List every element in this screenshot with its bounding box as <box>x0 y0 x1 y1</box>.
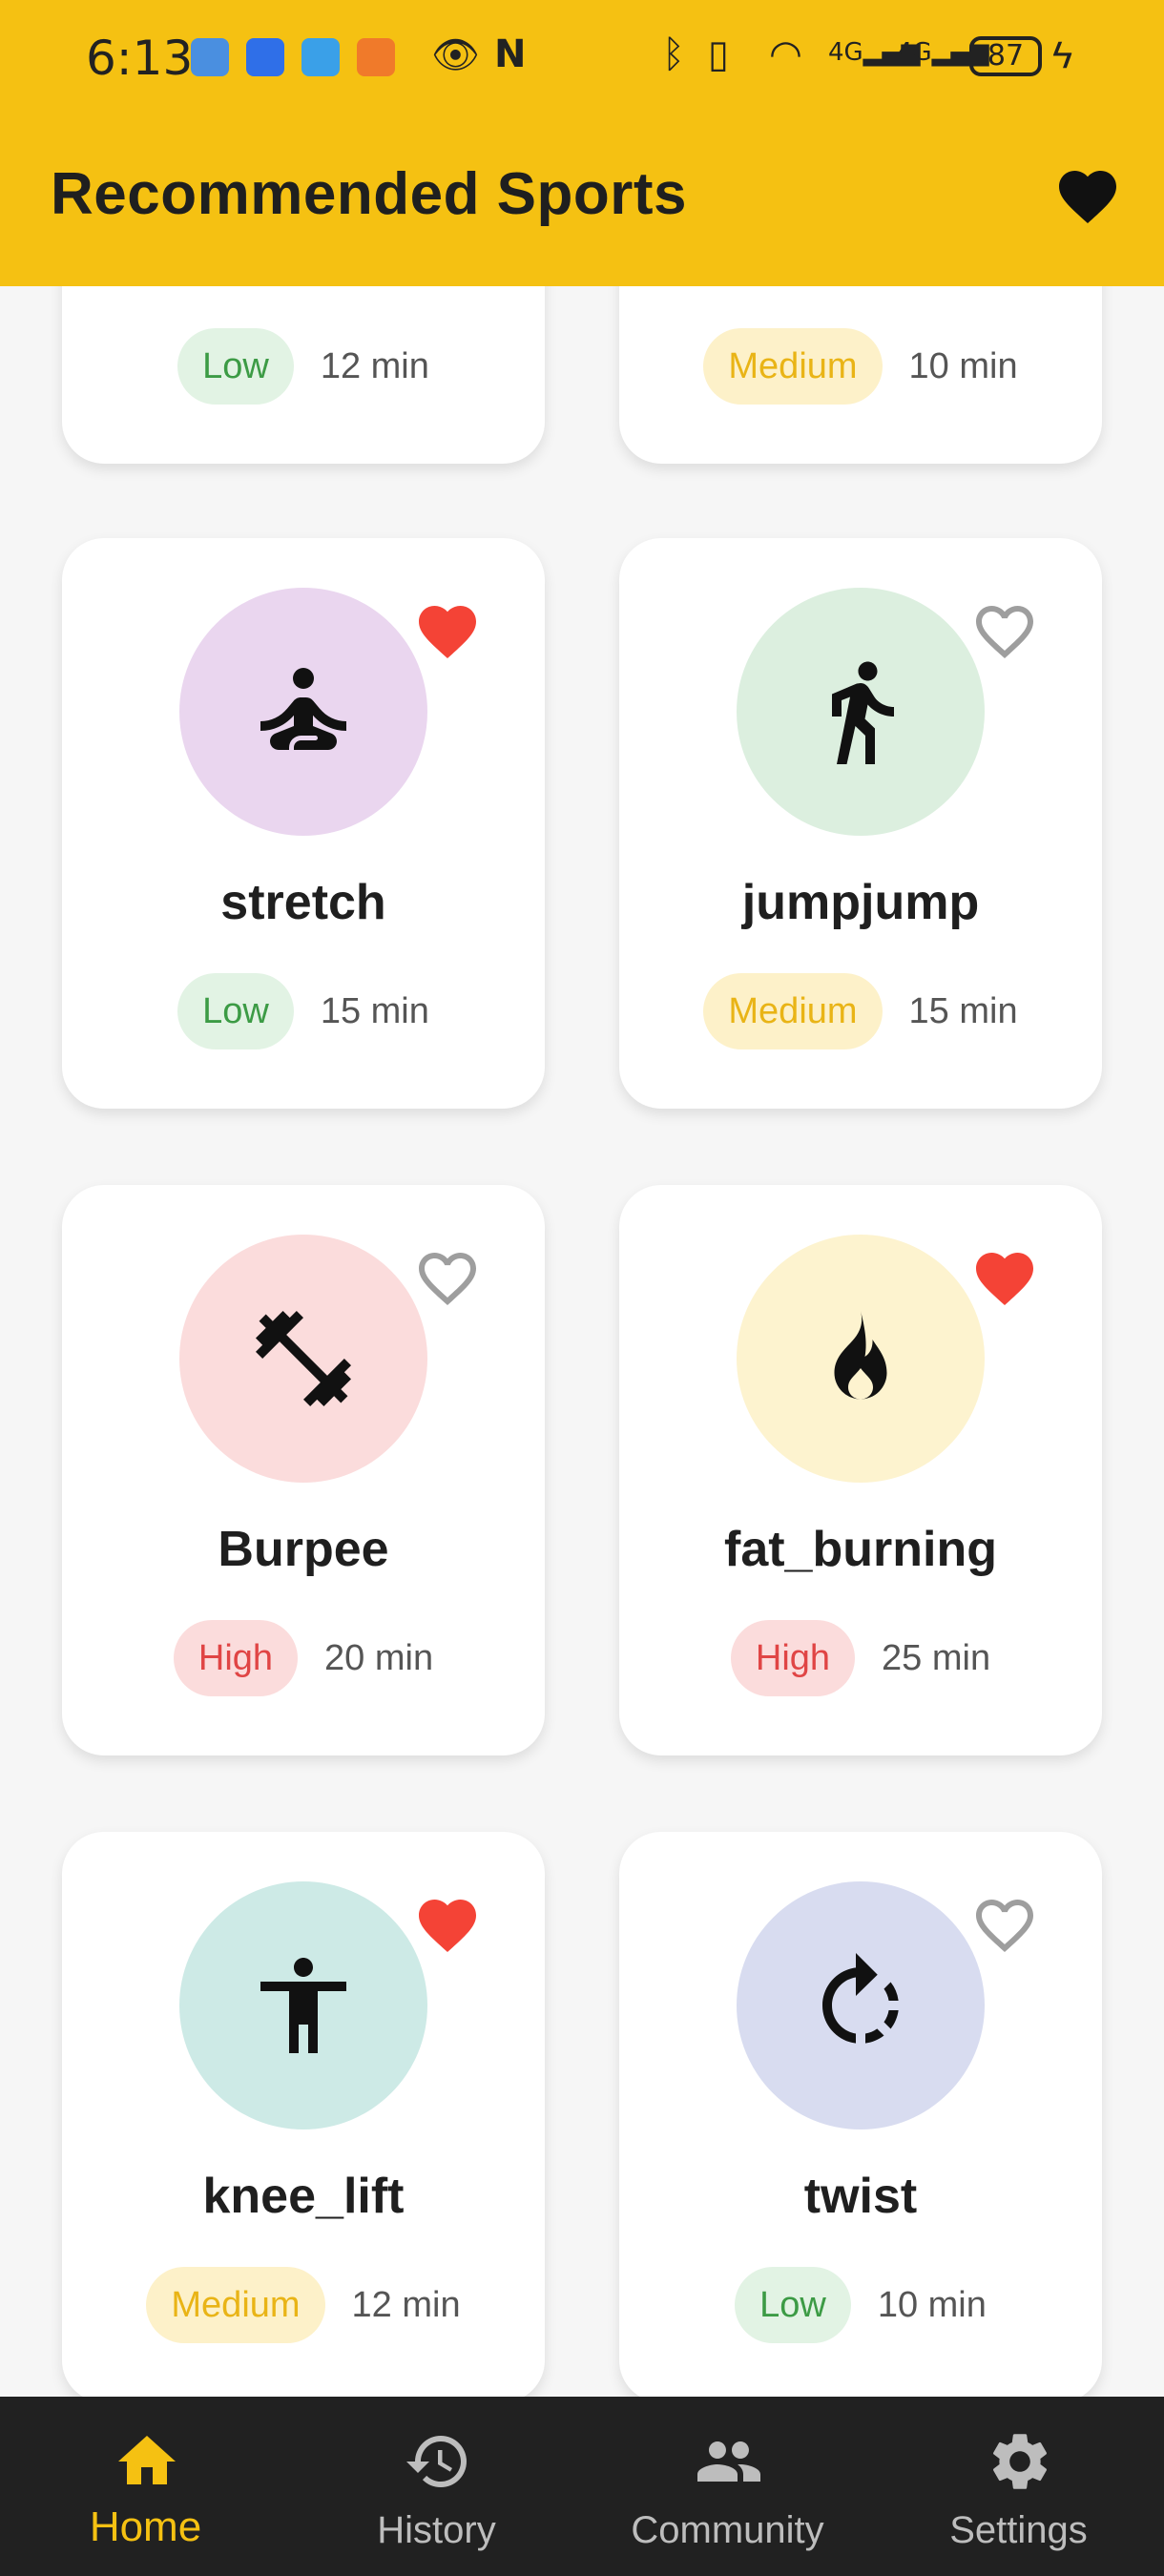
bluetooth-icon: ᛒ <box>662 32 685 76</box>
eye-icon: 👁 <box>431 33 480 77</box>
sport-card[interactable]: jumpjump Medium 15 min <box>619 538 1102 1109</box>
intensity-badge: Low <box>177 973 294 1049</box>
sport-name: jumpjump <box>741 875 980 930</box>
photo-notification-icon <box>357 38 395 76</box>
charging-icon: ϟ <box>1052 34 1073 76</box>
duration-text: 10 min <box>877 2284 987 2325</box>
home-icon <box>118 2436 176 2484</box>
sport-icon-circle <box>179 1881 427 2129</box>
sport-icon-circle <box>737 1235 985 1483</box>
rotate-icon <box>822 1953 899 2044</box>
sport-meta: Medium 12 min <box>62 2267 545 2343</box>
nav-community[interactable]: Community <box>582 2397 873 2576</box>
sport-card[interactable]: Burpee High 20 min <box>62 1185 545 1755</box>
duration-text: 12 min <box>351 2284 461 2325</box>
sport-meta: Medium 10 min <box>619 328 1102 405</box>
duration-text: 15 min <box>320 990 429 1031</box>
sport-name: fat_burning <box>724 1522 997 1577</box>
favorite-outline-icon[interactable] <box>970 597 1039 666</box>
sport-name: knee_lift <box>202 2169 405 2224</box>
intensity-badge: Low <box>735 2267 851 2343</box>
intensity-badge: Medium <box>703 973 883 1049</box>
status-bar: 6:13 👁 N ᛒ ▯ ◠ 4G▂▄▆ 4G▂▄▆ 87 ϟ <box>0 0 1164 114</box>
duration-text: 12 min <box>320 345 429 386</box>
sport-meta: Low 10 min <box>619 2267 1102 2343</box>
walking-icon <box>832 661 894 764</box>
sport-icon-circle <box>737 1881 985 2129</box>
sport-name: Burpee <box>218 1522 389 1577</box>
nav-history-label: History <box>377 2509 496 2551</box>
sport-meta: Low 15 min <box>62 973 545 1049</box>
sport-name: stretch <box>220 875 386 930</box>
bottom-navigation: Home History Community Settings <box>0 2397 1164 2576</box>
sport-meta: Medium 15 min <box>619 973 1102 1049</box>
usb-notification-icon <box>191 38 229 76</box>
gear-icon <box>992 2434 1048 2489</box>
sport-icon-circle <box>179 588 427 836</box>
fire-icon <box>834 1311 887 1400</box>
nav-settings[interactable]: Settings <box>873 2397 1164 2576</box>
duration-text: 20 min <box>324 1637 434 1678</box>
history-icon <box>406 2436 467 2487</box>
status-time: 6:13 <box>86 31 194 86</box>
accessibility-icon <box>260 1958 346 2053</box>
nav-home[interactable]: Home <box>0 2397 291 2576</box>
battery-level: 87 <box>969 36 1042 76</box>
favorite-outline-icon[interactable] <box>970 1891 1039 1960</box>
heart-icon[interactable] <box>1053 162 1122 231</box>
app-notification-icon <box>246 38 284 76</box>
nav-community-label: Community <box>631 2509 824 2551</box>
sport-icon-circle <box>179 1235 427 1483</box>
wifi-icon: ◠ <box>769 32 802 76</box>
app-bar: 6:13 👁 N ᛒ ▯ ◠ 4G▂▄▆ 4G▂▄▆ 87 ϟ Recommen… <box>0 0 1164 286</box>
nav-history[interactable]: History <box>291 2397 582 2576</box>
sport-meta: Low 12 min <box>62 328 545 405</box>
favorite-filled-icon[interactable] <box>970 1244 1039 1313</box>
sport-card[interactable]: stretch Low 15 min <box>62 538 545 1109</box>
nav-settings-label: Settings <box>949 2509 1088 2551</box>
dumbbell-icon <box>256 1311 351 1406</box>
sport-meta: High 20 min <box>62 1620 545 1696</box>
sport-card[interactable]: twist Low 10 min <box>619 1832 1102 2402</box>
favorite-filled-icon[interactable] <box>413 1891 482 1960</box>
browser-notification-icon <box>301 38 340 76</box>
intensity-badge: Medium <box>703 328 883 405</box>
sport-card[interactable]: fat_burning High 25 min <box>619 1185 1102 1755</box>
sport-name: twist <box>803 2169 918 2224</box>
duration-text: 10 min <box>908 345 1018 386</box>
people-icon <box>697 2441 760 2482</box>
meditation-icon <box>260 668 346 750</box>
intensity-badge: High <box>173 1620 299 1696</box>
intensity-badge: Medium <box>146 2267 325 2343</box>
favorite-outline-icon[interactable] <box>413 1244 482 1313</box>
intensity-badge: High <box>730 1620 856 1696</box>
nav-home-label: Home <box>89 2503 202 2550</box>
sport-icon-circle <box>737 588 985 836</box>
page-title: Recommended Sports <box>51 161 688 227</box>
duration-text: 25 min <box>882 1637 991 1678</box>
vibrate-icon: ▯ <box>708 32 730 76</box>
sport-meta: High 25 min <box>619 1620 1102 1696</box>
nfc-icon: N <box>494 32 527 76</box>
intensity-badge: Low <box>177 328 294 405</box>
duration-text: 15 min <box>908 990 1018 1031</box>
sport-card[interactable]: knee_lift Medium 12 min <box>62 1832 545 2402</box>
favorite-filled-icon[interactable] <box>413 597 482 666</box>
